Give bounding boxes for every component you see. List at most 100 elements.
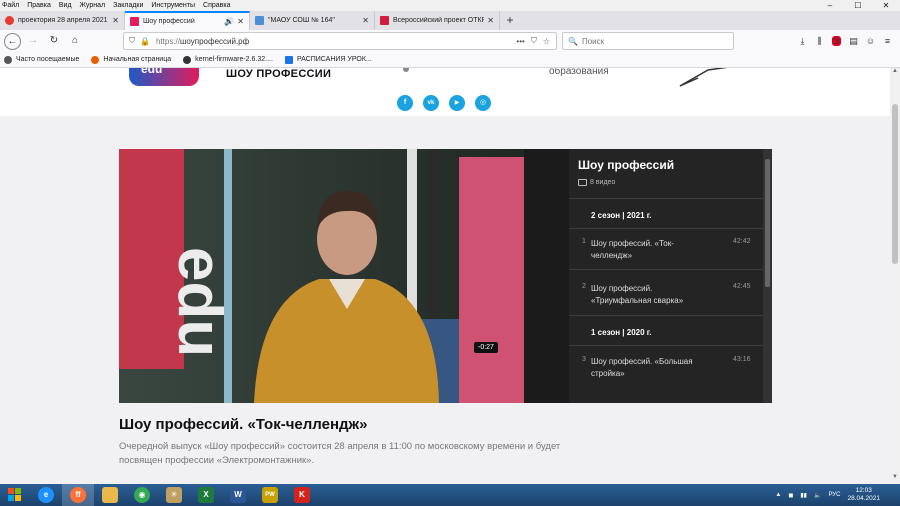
- account-icon[interactable]: ☺: [862, 36, 879, 46]
- tray-app-icon[interactable]: ◼: [788, 492, 793, 499]
- video-player[interactable]: edu -0:27: [119, 149, 569, 403]
- bookmark-star-icon[interactable]: ☆: [543, 37, 550, 46]
- search-input[interactable]: [581, 36, 722, 46]
- vk-icon[interactable]: vk: [423, 95, 439, 111]
- tab-label: проектория 28 апреля 2021 —: [18, 17, 110, 24]
- network-icon[interactable]: ▮▮: [800, 492, 807, 499]
- tab-maou-sosh[interactable]: "МАОУ СОШ № 164" ✕: [250, 11, 375, 30]
- forward-button[interactable]: →: [24, 32, 42, 50]
- playlist-item[interactable]: 1 Шоу профессий. «Ток-челлендж» 42:42: [569, 238, 763, 282]
- home-button[interactable]: ⌂: [66, 32, 84, 50]
- bookmark-start-page[interactable]: Начальная страница: [91, 55, 171, 64]
- video-time-remaining: -0:27: [474, 342, 498, 353]
- episode-duration: 42:42: [733, 238, 751, 245]
- tab-proektoria[interactable]: проектория 28 апреля 2021 — ✕: [0, 11, 125, 30]
- instagram-icon[interactable]: ◎: [475, 95, 491, 111]
- url-text[interactable]: https://шоупрофессий.рф: [156, 37, 516, 46]
- partner-arrow-logo: [679, 68, 728, 87]
- search-box[interactable]: 🔍: [562, 32, 734, 50]
- tab-shou-professiy[interactable]: Шоу профессий 🔊 ✕: [125, 11, 250, 30]
- new-tab-button[interactable]: +: [500, 11, 520, 30]
- page-actions-icon[interactable]: •••: [516, 37, 524, 46]
- clock-date: 28.04.2021: [847, 495, 880, 502]
- tray-expand-icon[interactable]: ▲: [775, 492, 781, 498]
- shield-icon[interactable]: ⛉: [129, 36, 135, 46]
- taskbar-word[interactable]: W: [222, 484, 254, 506]
- bookmark-kernel-firmware[interactable]: kernel-firmware-2.6.32....: [183, 55, 273, 64]
- taskbar-network-app[interactable]: ✳: [158, 484, 190, 506]
- scroll-up-icon[interactable]: ▲: [890, 68, 900, 78]
- search-icon: 🔍: [568, 36, 578, 46]
- partner-logo-dot: [403, 68, 409, 72]
- url-host: шоупрофессий.рф: [179, 36, 250, 46]
- playlist-item[interactable]: 2 Шоу профессий. «Триумфальная сварка» 4…: [569, 283, 763, 327]
- page-scroll-thumb[interactable]: [892, 104, 898, 264]
- article-description: Очередной выпуск «Шоу профессий» состоит…: [119, 441, 561, 466]
- taskbar-excel[interactable]: X: [190, 484, 222, 506]
- divider: [569, 198, 763, 199]
- scroll-down-icon[interactable]: ▼: [890, 474, 900, 484]
- playlist-title: Шоу профессий: [578, 158, 675, 172]
- taskbar-kaspersky[interactable]: K: [286, 484, 318, 506]
- menubar: Файл Правка Вид Журнал Закладки Инструме…: [0, 0, 900, 11]
- taskbar-paint[interactable]: PW: [254, 484, 286, 506]
- close-tab-icon[interactable]: ✕: [362, 16, 369, 25]
- taskbar-firefox[interactable]: ff: [62, 484, 94, 506]
- bookmark-most-visited[interactable]: Часто посещаемые: [4, 55, 80, 64]
- menu-help[interactable]: Справка: [203, 2, 230, 9]
- bookmark-schedules[interactable]: РАСПИСАНИЯ УРОК...: [284, 55, 372, 64]
- language-indicator[interactable]: РУС: [828, 492, 840, 498]
- taskbar-explorer[interactable]: [94, 484, 126, 506]
- kaspersky-icon: K: [294, 487, 310, 503]
- close-window-button[interactable]: ✕: [872, 0, 900, 11]
- clock-time: 12:03: [855, 487, 872, 494]
- network-app-icon: ✳: [166, 487, 182, 503]
- downloads-icon[interactable]: ⤓: [794, 36, 811, 47]
- back-button[interactable]: ←: [4, 32, 21, 50]
- start-button[interactable]: [0, 484, 30, 506]
- site-logo[interactable]: edu: [129, 68, 199, 86]
- playlist-item[interactable]: 3 Шоу профессий. «Большая стройка» 43:16: [569, 356, 763, 400]
- taskbar: e ff ◉ ✳ X W PW K ▲ ◼ ▮▮ 🔈 РУС 12:03 28.…: [0, 484, 900, 506]
- pocket-icon[interactable]: ⛉: [531, 36, 537, 46]
- sidebar-icon[interactable]: ▤: [845, 36, 862, 47]
- menu-view[interactable]: Вид: [59, 2, 72, 9]
- close-tab-icon[interactable]: ✕: [112, 16, 119, 25]
- menu-bookmarks[interactable]: Закладки: [113, 2, 143, 9]
- library-icon[interactable]: ⫼: [811, 36, 828, 47]
- menu-history[interactable]: Журнал: [80, 2, 106, 9]
- drive-icon: [284, 55, 293, 64]
- menu-icon[interactable]: ≡: [879, 36, 896, 46]
- clock[interactable]: 12:03 28.04.2021: [847, 487, 880, 503]
- playlist-scroll-thumb[interactable]: [765, 159, 770, 287]
- facebook-icon[interactable]: f: [397, 95, 413, 111]
- close-tab-icon[interactable]: ✕: [487, 16, 494, 25]
- menu-file[interactable]: Файл: [2, 2, 19, 9]
- site-name[interactable]: ШОУ ПРОФЕССИИ: [226, 68, 331, 80]
- taskbar-ie[interactable]: e: [30, 484, 62, 506]
- close-tab-icon[interactable]: ✕: [237, 17, 244, 26]
- episode-number: 2: [582, 283, 586, 290]
- firefox-icon: [91, 55, 100, 64]
- maximize-button[interactable]: ☐: [844, 0, 872, 11]
- taskbar-chrome[interactable]: ◉: [126, 484, 158, 506]
- navigation-bar: ← → ↻ ⌂ ⛉ 🔒 https://шоупрофессий.рф ••• …: [0, 30, 900, 52]
- github-icon: [183, 55, 192, 64]
- menu-tools[interactable]: Инструменты: [151, 2, 195, 9]
- extension-icon[interactable]: 3: [828, 36, 845, 46]
- studio-pink-panel: [459, 157, 527, 403]
- reload-button[interactable]: ↻: [45, 32, 63, 50]
- volume-icon[interactable]: 🔈: [814, 492, 821, 499]
- lock-icon[interactable]: 🔒: [140, 37, 150, 46]
- page-scrollbar[interactable]: ▲ ▼: [890, 68, 900, 484]
- youtube-icon[interactable]: ▶: [449, 95, 465, 111]
- speaker-icon[interactable]: 🔊: [224, 17, 234, 26]
- logo-text: edu: [141, 68, 163, 76]
- tab-vserossiyskiy[interactable]: Всероссийский проект ОТКРЫ ✕: [375, 11, 500, 30]
- url-bar[interactable]: ⛉ 🔒 https://шоупрофессий.рф ••• ⛉ ☆: [123, 32, 557, 50]
- bookmark-label: Часто посещаемые: [16, 56, 80, 63]
- minimize-button[interactable]: –: [816, 0, 844, 11]
- menu-edit[interactable]: Правка: [27, 2, 51, 9]
- episode-number: 3: [582, 356, 586, 363]
- playlist-scrollbar[interactable]: [763, 149, 772, 403]
